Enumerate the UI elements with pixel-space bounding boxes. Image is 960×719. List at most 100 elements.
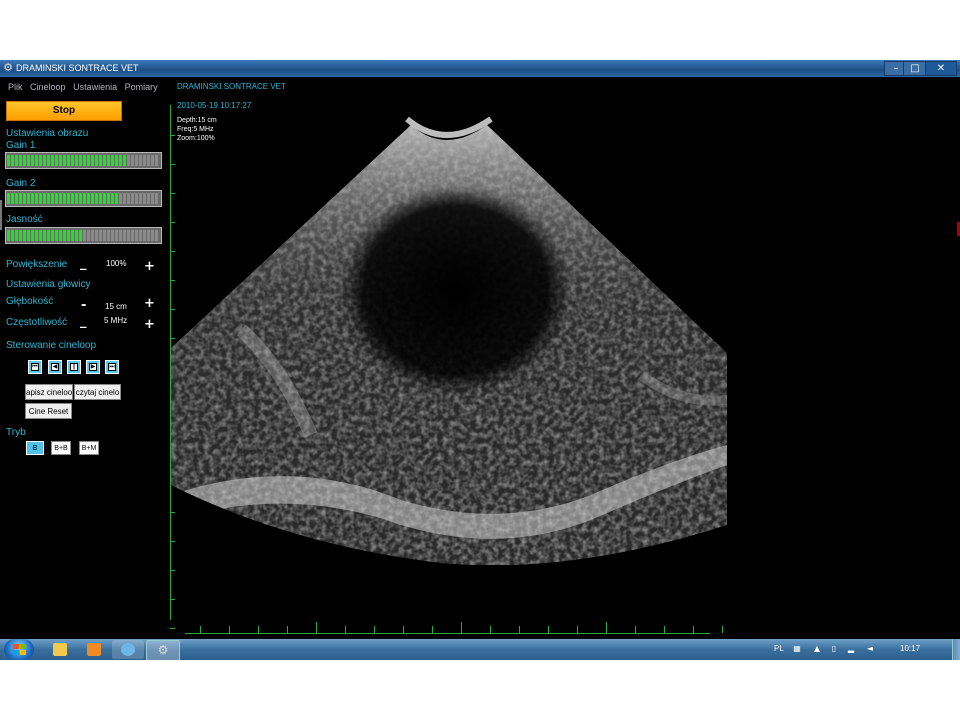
slider-segment <box>111 230 114 241</box>
taskbar-media-player[interactable] <box>78 640 110 659</box>
left-edge-marker <box>0 200 2 230</box>
slider-segment <box>39 230 42 241</box>
taskbar-explorer[interactable] <box>44 640 76 659</box>
first-frame-icon: ⏮ <box>31 363 39 371</box>
menu-item-pomiary[interactable]: Pomiary <box>125 82 158 92</box>
slider-segment <box>23 155 26 166</box>
slider-segment <box>79 230 82 241</box>
save-cineloop-button[interactable]: apisz cineloo <box>25 384 73 400</box>
gain2-slider[interactable] <box>5 190 162 207</box>
slider-segment <box>79 155 82 166</box>
close-button[interactable]: ✕ <box>925 61 957 76</box>
cine-last-button[interactable]: ⏭ <box>105 360 119 374</box>
slider-segment <box>27 230 30 241</box>
slider-segment <box>51 230 54 241</box>
image-settings-heading: Ustawienia obrazu <box>6 128 89 139</box>
slider-segment <box>83 230 86 241</box>
slider-segment <box>127 193 130 204</box>
depth-decrease-button[interactable]: - <box>81 298 86 313</box>
slider-segment <box>39 193 42 204</box>
show-hidden-icons-icon[interactable]: ▲ <box>812 644 822 654</box>
menu-item-ustawienia[interactable]: Ustawienia <box>73 82 117 92</box>
zoom-decrease-button[interactable]: _ <box>80 256 87 271</box>
menu-item-plik[interactable]: Plik <box>8 82 23 92</box>
slider-segment <box>11 155 14 166</box>
slider-segment <box>23 230 26 241</box>
slider-segment <box>7 155 10 166</box>
cineloop-heading: Sterowanie cineloop <box>6 340 97 351</box>
slider-segment <box>63 230 66 241</box>
slider-segment <box>43 155 46 166</box>
horizontal-ruler-tick <box>577 626 578 633</box>
slider-segment <box>111 155 114 166</box>
mode-b-plus-b-button[interactable]: B+B <box>51 441 71 455</box>
slider-segment <box>67 230 70 241</box>
app-gear-icon: ⚙ <box>3 61 13 74</box>
frequency-label: Częstotliwość <box>6 317 68 328</box>
depth-increase-button[interactable]: + <box>144 296 155 311</box>
gain1-slider[interactable] <box>5 152 162 169</box>
pause-icon: ∥ <box>70 363 78 371</box>
cine-reset-button[interactable]: Cine Reset <box>25 403 72 419</box>
clock[interactable]: 10:17 <box>900 644 920 653</box>
load-cineloop-button[interactable]: czytaj cinelo <box>74 384 121 400</box>
taskbar: ⚙ PL ▦ ▲ ▯ ▂ ◄ 10:17 <box>0 639 960 660</box>
ultrasound-image[interactable] <box>171 105 731 565</box>
slider-segment <box>55 193 58 204</box>
network-signal-icon[interactable]: ▂ <box>846 644 856 654</box>
slider-segment <box>131 155 134 166</box>
application-window: ⚙ DRAMINSKI SONTRACE VET – □ ✕ Plik Cine… <box>0 60 960 660</box>
zoom-increase-button[interactable]: + <box>144 259 155 274</box>
maximize-button[interactable]: □ <box>903 61 927 76</box>
slider-segment <box>83 193 86 204</box>
battery-icon[interactable]: ▯ <box>829 644 839 654</box>
slider-segment <box>63 155 66 166</box>
slider-segment <box>67 193 70 204</box>
slider-segment <box>75 193 78 204</box>
slider-segment <box>151 230 154 241</box>
slider-segment <box>107 193 110 204</box>
menu-item-cineloop[interactable]: Cineloop <box>30 82 66 92</box>
slider-segment <box>119 193 122 204</box>
browser-icon <box>121 643 135 656</box>
slider-segment <box>119 155 122 166</box>
slider-segment <box>71 193 74 204</box>
slider-segment <box>59 230 62 241</box>
frequency-increase-button[interactable]: + <box>144 317 155 332</box>
title-bar[interactable]: ⚙ DRAMINSKI SONTRACE VET – □ ✕ <box>0 60 960 77</box>
cine-previous-button[interactable]: ◀ <box>48 360 62 374</box>
keyboard-icon[interactable]: ▦ <box>792 644 802 654</box>
cine-pause-button[interactable]: ∥ <box>67 360 81 374</box>
slider-segment <box>39 155 42 166</box>
volume-icon[interactable]: ◄ <box>865 644 875 654</box>
slider-segment <box>87 230 90 241</box>
start-button[interactable] <box>4 639 34 660</box>
taskbar-browser[interactable] <box>112 640 144 659</box>
show-desktop-button[interactable] <box>952 639 960 660</box>
cine-first-button[interactable]: ⏮ <box>28 360 42 374</box>
brightness-slider[interactable] <box>5 227 162 244</box>
slider-segment <box>15 155 18 166</box>
slider-segment <box>115 230 118 241</box>
mode-b-button[interactable]: B <box>26 441 44 455</box>
horizontal-ruler-tick <box>229 626 230 633</box>
window-title: DRAMINSKI SONTRACE VET <box>16 63 139 73</box>
slider-segment <box>31 230 34 241</box>
slider-segment <box>95 230 98 241</box>
frequency-decrease-button[interactable]: _ <box>80 314 87 329</box>
language-indicator[interactable]: PL <box>774 644 784 653</box>
taskbar-sontrace[interactable]: ⚙ <box>146 640 180 660</box>
slider-segment <box>139 155 142 166</box>
slider-segment <box>31 155 34 166</box>
gain1-label: Gain 1 <box>6 140 36 151</box>
slider-segment <box>147 193 150 204</box>
slider-segment <box>47 193 50 204</box>
mode-b-plus-m-button[interactable]: B+M <box>79 441 99 455</box>
stop-button[interactable]: Stop <box>6 101 122 121</box>
brightness-label: Jasność <box>6 214 43 225</box>
cine-next-button[interactable]: ▶ <box>86 360 100 374</box>
horizontal-ruler-tick <box>287 626 288 633</box>
slider-segment <box>7 230 10 241</box>
slider-segment <box>11 230 14 241</box>
depth-ruler-tick <box>170 570 175 571</box>
